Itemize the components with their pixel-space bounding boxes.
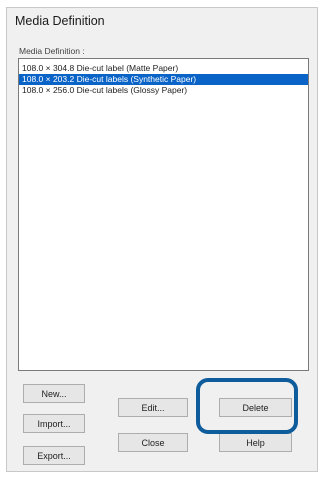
- help-button[interactable]: Help: [219, 433, 292, 452]
- list-item-selected[interactable]: 108.0 × 203.2 Die-cut labels (Synthetic …: [19, 74, 308, 85]
- media-definition-dialog: Media Definition Media Definition : 108.…: [6, 7, 318, 472]
- media-definition-list[interactable]: 108.0 × 304.8 Die-cut label (Matte Paper…: [18, 58, 309, 371]
- dialog-title: Media Definition: [15, 14, 105, 28]
- import-button[interactable]: Import...: [23, 414, 85, 433]
- media-definition-list-label: Media Definition :: [19, 46, 85, 56]
- delete-button[interactable]: Delete: [219, 398, 292, 417]
- edit-button[interactable]: Edit...: [118, 398, 188, 417]
- export-button[interactable]: Export...: [23, 446, 85, 465]
- list-item[interactable]: 108.0 × 256.0 Die-cut labels (Glossy Pap…: [19, 85, 308, 96]
- close-button[interactable]: Close: [118, 433, 188, 452]
- new-button[interactable]: New...: [23, 384, 85, 403]
- list-item[interactable]: 108.0 × 304.8 Die-cut label (Matte Paper…: [19, 63, 308, 74]
